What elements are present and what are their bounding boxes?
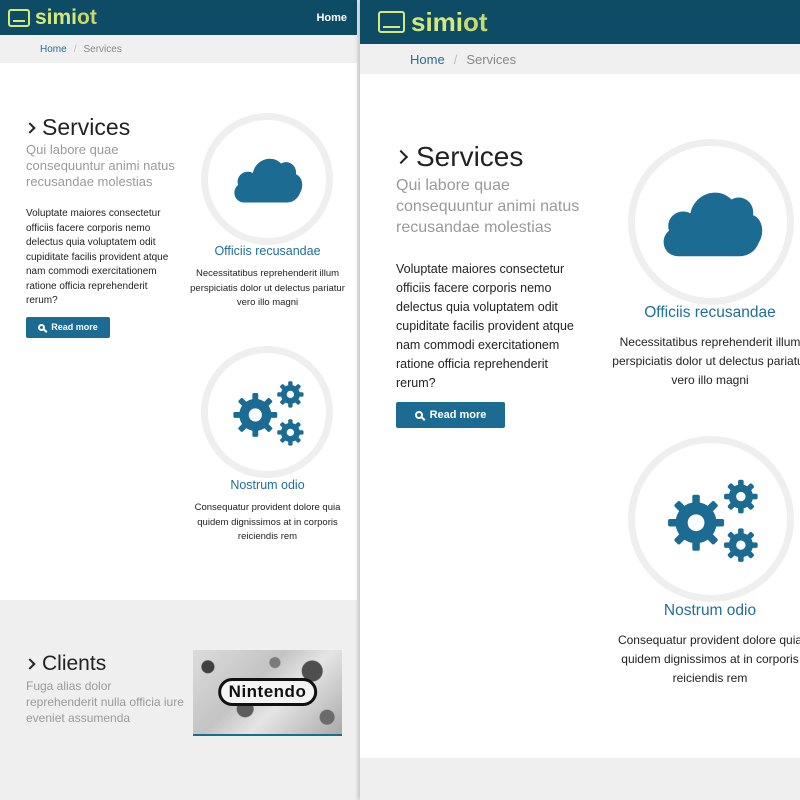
client-logo[interactable]: Nintendo <box>193 650 342 736</box>
feature-title[interactable]: Officiis recusandae <box>190 244 345 258</box>
logo-icon <box>378 11 405 33</box>
breadcrumb-current: Services <box>466 51 517 67</box>
top-navbar: simi ot <box>360 0 800 44</box>
cloud-icon-circle <box>201 113 333 245</box>
cloud-icon <box>234 158 303 203</box>
services-heading: Services <box>393 141 596 173</box>
breadcrumb-current: Services <box>83 43 122 55</box>
services-body: Voluptate maiores consectetur officiis f… <box>26 208 169 306</box>
breadcrumb: Home / Services <box>0 35 357 63</box>
gears-icon-circle <box>628 436 794 602</box>
breadcrumb-separator: / <box>73 43 77 55</box>
clients-subtitle: Fuga alias dolor reprehenderit nulla off… <box>26 679 184 725</box>
top-navbar: simi ot Home <box>0 0 357 35</box>
feature-title[interactable]: Nostrum odio <box>610 602 800 620</box>
brand-logo[interactable]: simi ot <box>8 6 97 30</box>
breadcrumb-home[interactable]: Home <box>410 52 445 67</box>
chevron-right-icon <box>24 658 36 670</box>
clients-heading: Clients <box>24 652 186 676</box>
cloud-icon <box>663 192 763 257</box>
gears-icon <box>668 479 758 562</box>
right-page-screenshot: simi ot Home / Services Services Qui labo… <box>360 0 800 800</box>
brand-name-dark: simi <box>35 5 78 29</box>
logo-icon <box>8 8 30 27</box>
services-subtitle: Qui labore quae consequuntur animi natus… <box>396 177 580 236</box>
brand-name-light: ot <box>77 5 97 29</box>
clients-title: Clients <box>42 652 107 675</box>
feature-text: Necessitatibus reprehenderit illum persp… <box>612 335 800 387</box>
search-icon <box>38 323 46 331</box>
feature-text: Consequatur provident dolore quia quidem… <box>194 502 341 542</box>
breadcrumb-separator: / <box>453 51 458 67</box>
read-more-button[interactable]: Read more <box>26 316 110 338</box>
clients-section <box>360 758 800 800</box>
clients-section: Clients Fuga alias dolor reprehenderit n… <box>0 600 357 800</box>
gears-icon <box>233 381 304 446</box>
breadcrumb: Home / Services <box>360 44 800 74</box>
nav-home-link[interactable]: Home <box>316 12 347 24</box>
feature-text: Consequatur provident dolore quia quidem… <box>617 633 800 685</box>
cloud-icon-circle <box>628 139 794 305</box>
services-heading: Services <box>24 114 181 141</box>
feature-title[interactable]: Nostrum odio <box>190 478 345 492</box>
search-icon <box>414 411 423 419</box>
feature-text: Necessitatibus reprehenderit illum persp… <box>190 268 345 308</box>
left-page-screenshot: simi ot Home Home / Services Services Qui… <box>0 0 357 800</box>
read-more-label: Read more <box>51 322 98 332</box>
read-more-button[interactable]: Read more <box>396 402 505 428</box>
breadcrumb-home[interactable]: Home <box>40 44 67 55</box>
brand-name-light: ot <box>463 6 488 37</box>
services-subtitle: Qui labore quae consequuntur animi natus… <box>26 142 175 189</box>
brand-logo[interactable]: simi ot <box>378 7 488 38</box>
services-body: Voluptate maiores consectetur officiis f… <box>396 262 574 390</box>
feature-title[interactable]: Officiis recusandae <box>610 304 800 322</box>
services-title: Services <box>416 141 524 172</box>
chevron-right-icon <box>393 149 409 165</box>
chevron-right-icon <box>24 121 36 134</box>
gears-icon-circle <box>201 346 333 478</box>
brand-name-dark: simi <box>411 6 464 37</box>
services-title: Services <box>42 114 131 140</box>
read-more-label: Read more <box>429 409 487 421</box>
nintendo-logo-text: Nintendo <box>217 678 318 706</box>
